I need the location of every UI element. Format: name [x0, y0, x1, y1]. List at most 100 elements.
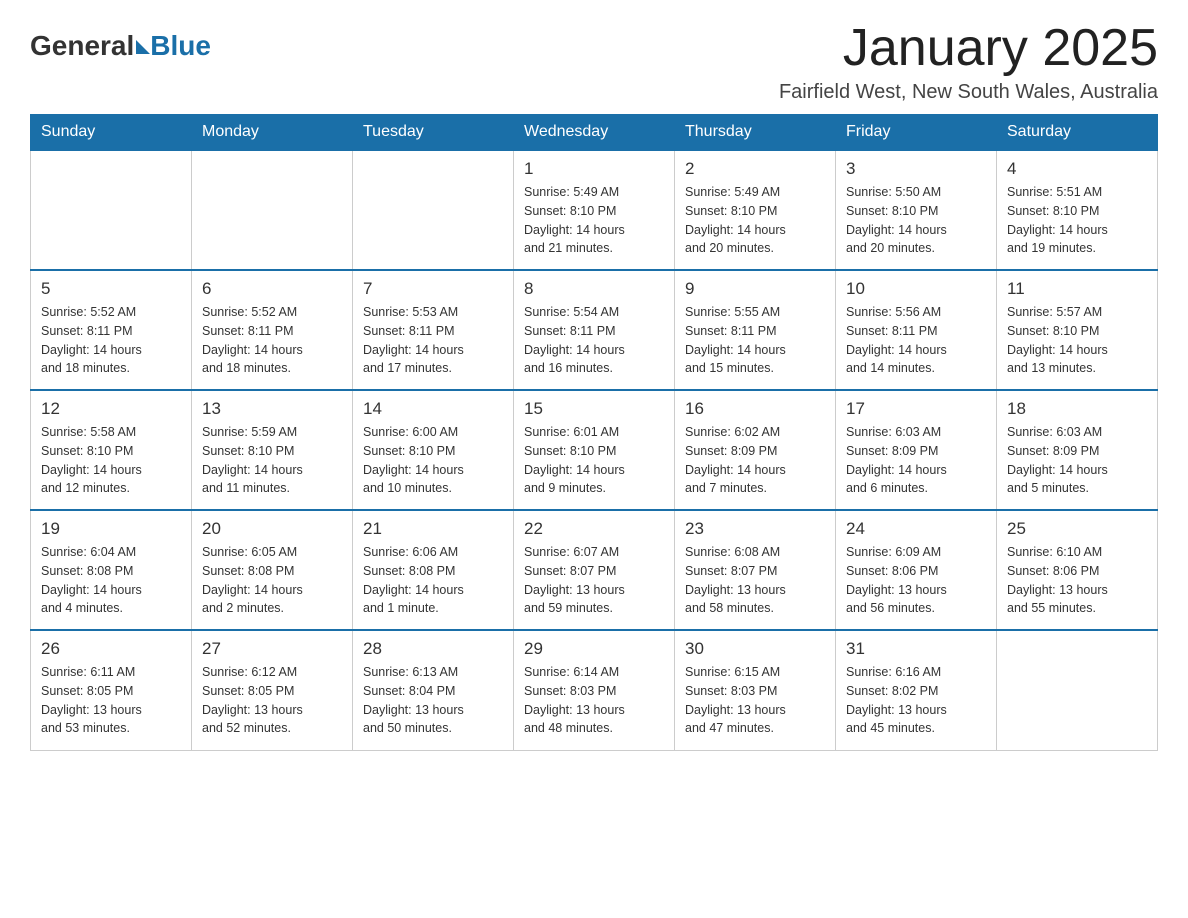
day-number: 21 [363, 519, 503, 539]
day-info: Sunrise: 6:06 AM Sunset: 8:08 PM Dayligh… [363, 543, 503, 618]
calendar-cell-w4-d4: 30 Sunrise: 6:15 AM Sunset: 8:03 PM Dayli… [675, 630, 836, 750]
location-subtitle: Fairfield West, New South Wales, Austral… [779, 81, 1158, 104]
week-row-0: 1 Sunrise: 5:49 AM Sunset: 8:10 PM Daylig… [31, 150, 1158, 270]
day-number: 20 [202, 519, 342, 539]
day-number: 11 [1007, 279, 1147, 299]
calendar-cell-w3-d5: 24Sunrise: 6:09 AM Sunset: 8:06 PM Dayli… [836, 510, 997, 630]
calendar-cell-w2-d2: 14 Sunrise: 6:00 AM Sunset: 8:10 PM Dayli… [353, 390, 514, 510]
calendar-cell-w1-d5: 10Sunrise: 5:56 AM Sunset: 8:11 PM Dayli… [836, 270, 997, 390]
calendar-cell-w4-d6 [997, 630, 1158, 750]
day-info: Sunrise: 6:05 AM Sunset: 8:08 PM Dayligh… [202, 543, 342, 618]
calendar-cell-w3-d3: 22 Sunrise: 6:07 AM Sunset: 8:07 PM Dayli… [514, 510, 675, 630]
day-info: Sunrise: 6:02 AM Sunset: 8:09 PM Dayligh… [685, 423, 825, 498]
day-number: 27 [202, 639, 342, 659]
calendar-cell-w4-d0: 26 Sunrise: 6:11 AM Sunset: 8:05 PM Dayli… [31, 630, 192, 750]
day-number: 26 [41, 639, 181, 659]
calendar-cell-w3-d1: 20 Sunrise: 6:05 AM Sunset: 8:08 PM Dayli… [192, 510, 353, 630]
day-info: Sunrise: 5:53 AM Sunset: 8:11 PM Dayligh… [363, 303, 503, 378]
day-number: 23 [685, 519, 825, 539]
calendar-cell-w2-d4: 16 Sunrise: 6:02 AM Sunset: 8:09 PM Dayli… [675, 390, 836, 510]
week-row-4: 26 Sunrise: 6:11 AM Sunset: 8:05 PM Dayli… [31, 630, 1158, 750]
day-info: Sunrise: 6:16 AM Sunset: 8:02 PM Dayligh… [846, 663, 986, 738]
day-info: Sunrise: 5:55 AM Sunset: 8:11 PM Dayligh… [685, 303, 825, 378]
day-info: Sunrise: 6:01 AM Sunset: 8:10 PM Dayligh… [524, 423, 664, 498]
calendar-cell-w1-d1: 6 Sunrise: 5:52 AM Sunset: 8:11 PM Daylig… [192, 270, 353, 390]
week-row-1: 5Sunrise: 5:52 AM Sunset: 8:11 PM Daylig… [31, 270, 1158, 390]
calendar-cell-w1-d3: 8 Sunrise: 5:54 AM Sunset: 8:11 PM Daylig… [514, 270, 675, 390]
calendar-cell-w3-d2: 21 Sunrise: 6:06 AM Sunset: 8:08 PM Dayli… [353, 510, 514, 630]
day-number: 12 [41, 399, 181, 419]
day-number: 6 [202, 279, 342, 299]
day-info: Sunrise: 5:50 AM Sunset: 8:10 PM Dayligh… [846, 183, 986, 258]
calendar-cell-w0-d2 [353, 150, 514, 270]
col-wednesday: Wednesday [514, 115, 675, 151]
week-row-3: 19 Sunrise: 6:04 AM Sunset: 8:08 PM Dayli… [31, 510, 1158, 630]
day-number: 3 [846, 159, 986, 179]
calendar-table: Sunday Monday Tuesday Wednesday Thursday… [30, 114, 1158, 751]
day-info: Sunrise: 6:11 AM Sunset: 8:05 PM Dayligh… [41, 663, 181, 738]
day-info: Sunrise: 5:56 AM Sunset: 8:11 PM Dayligh… [846, 303, 986, 378]
calendar-cell-w0-d3: 1Sunrise: 5:49 AM Sunset: 8:10 PM Daylig… [514, 150, 675, 270]
day-number: 25 [1007, 519, 1147, 539]
day-info: Sunrise: 5:49 AM Sunset: 8:10 PM Dayligh… [685, 183, 825, 258]
calendar-cell-w0-d5: 3 Sunrise: 5:50 AM Sunset: 8:10 PM Daylig… [836, 150, 997, 270]
day-number: 17 [846, 399, 986, 419]
logo-general-text: General [30, 30, 134, 62]
calendar-cell-w2-d6: 18 Sunrise: 6:03 AM Sunset: 8:09 PM Dayli… [997, 390, 1158, 510]
month-title: January 2025 [779, 20, 1158, 77]
day-number: 18 [1007, 399, 1147, 419]
day-info: Sunrise: 5:54 AM Sunset: 8:11 PM Dayligh… [524, 303, 664, 378]
day-number: 13 [202, 399, 342, 419]
day-info: Sunrise: 6:15 AM Sunset: 8:03 PM Dayligh… [685, 663, 825, 738]
day-number: 2 [685, 159, 825, 179]
day-info: Sunrise: 6:03 AM Sunset: 8:09 PM Dayligh… [1007, 423, 1147, 498]
day-info: Sunrise: 6:14 AM Sunset: 8:03 PM Dayligh… [524, 663, 664, 738]
day-info: Sunrise: 5:51 AM Sunset: 8:10 PM Dayligh… [1007, 183, 1147, 258]
day-number: 16 [685, 399, 825, 419]
day-info: Sunrise: 6:08 AM Sunset: 8:07 PM Dayligh… [685, 543, 825, 618]
day-number: 9 [685, 279, 825, 299]
page-header: General Blue January 2025 Fairfield West… [30, 20, 1158, 104]
day-number: 28 [363, 639, 503, 659]
calendar-cell-w3-d6: 25Sunrise: 6:10 AM Sunset: 8:06 PM Dayli… [997, 510, 1158, 630]
day-number: 19 [41, 519, 181, 539]
day-number: 1 [524, 159, 664, 179]
calendar-cell-w3-d0: 19 Sunrise: 6:04 AM Sunset: 8:08 PM Dayli… [31, 510, 192, 630]
day-number: 29 [524, 639, 664, 659]
day-number: 30 [685, 639, 825, 659]
calendar-cell-w2-d5: 17Sunrise: 6:03 AM Sunset: 8:09 PM Dayli… [836, 390, 997, 510]
calendar-cell-w4-d2: 28Sunrise: 6:13 AM Sunset: 8:04 PM Dayli… [353, 630, 514, 750]
day-number: 22 [524, 519, 664, 539]
calendar-cell-w1-d4: 9 Sunrise: 5:55 AM Sunset: 8:11 PM Daylig… [675, 270, 836, 390]
calendar-cell-w2-d1: 13Sunrise: 5:59 AM Sunset: 8:10 PM Dayli… [192, 390, 353, 510]
col-monday: Monday [192, 115, 353, 151]
day-number: 14 [363, 399, 503, 419]
calendar-cell-w1-d0: 5Sunrise: 5:52 AM Sunset: 8:11 PM Daylig… [31, 270, 192, 390]
calendar-cell-w0-d1 [192, 150, 353, 270]
day-info: Sunrise: 5:52 AM Sunset: 8:11 PM Dayligh… [41, 303, 181, 378]
day-info: Sunrise: 5:58 AM Sunset: 8:10 PM Dayligh… [41, 423, 181, 498]
day-number: 31 [846, 639, 986, 659]
day-number: 15 [524, 399, 664, 419]
col-sunday: Sunday [31, 115, 192, 151]
col-friday: Friday [836, 115, 997, 151]
day-number: 4 [1007, 159, 1147, 179]
day-info: Sunrise: 5:57 AM Sunset: 8:10 PM Dayligh… [1007, 303, 1147, 378]
logo-arrow-icon [136, 40, 150, 54]
col-thursday: Thursday [675, 115, 836, 151]
calendar-cell-w4-d1: 27Sunrise: 6:12 AM Sunset: 8:05 PM Dayli… [192, 630, 353, 750]
week-row-2: 12 Sunrise: 5:58 AM Sunset: 8:10 PM Dayli… [31, 390, 1158, 510]
calendar-cell-w0-d4: 2 Sunrise: 5:49 AM Sunset: 8:10 PM Daylig… [675, 150, 836, 270]
logo-blue-text: Blue [150, 30, 211, 62]
calendar-cell-w2-d0: 12 Sunrise: 5:58 AM Sunset: 8:10 PM Dayli… [31, 390, 192, 510]
day-number: 7 [363, 279, 503, 299]
day-info: Sunrise: 6:04 AM Sunset: 8:08 PM Dayligh… [41, 543, 181, 618]
calendar-cell-w4-d3: 29 Sunrise: 6:14 AM Sunset: 8:03 PM Dayli… [514, 630, 675, 750]
calendar-cell-w1-d6: 11 Sunrise: 5:57 AM Sunset: 8:10 PM Dayli… [997, 270, 1158, 390]
day-info: Sunrise: 6:07 AM Sunset: 8:07 PM Dayligh… [524, 543, 664, 618]
day-info: Sunrise: 5:52 AM Sunset: 8:11 PM Dayligh… [202, 303, 342, 378]
weekday-header-row: Sunday Monday Tuesday Wednesday Thursday… [31, 115, 1158, 151]
day-info: Sunrise: 6:00 AM Sunset: 8:10 PM Dayligh… [363, 423, 503, 498]
day-number: 8 [524, 279, 664, 299]
calendar-cell-w0-d0 [31, 150, 192, 270]
